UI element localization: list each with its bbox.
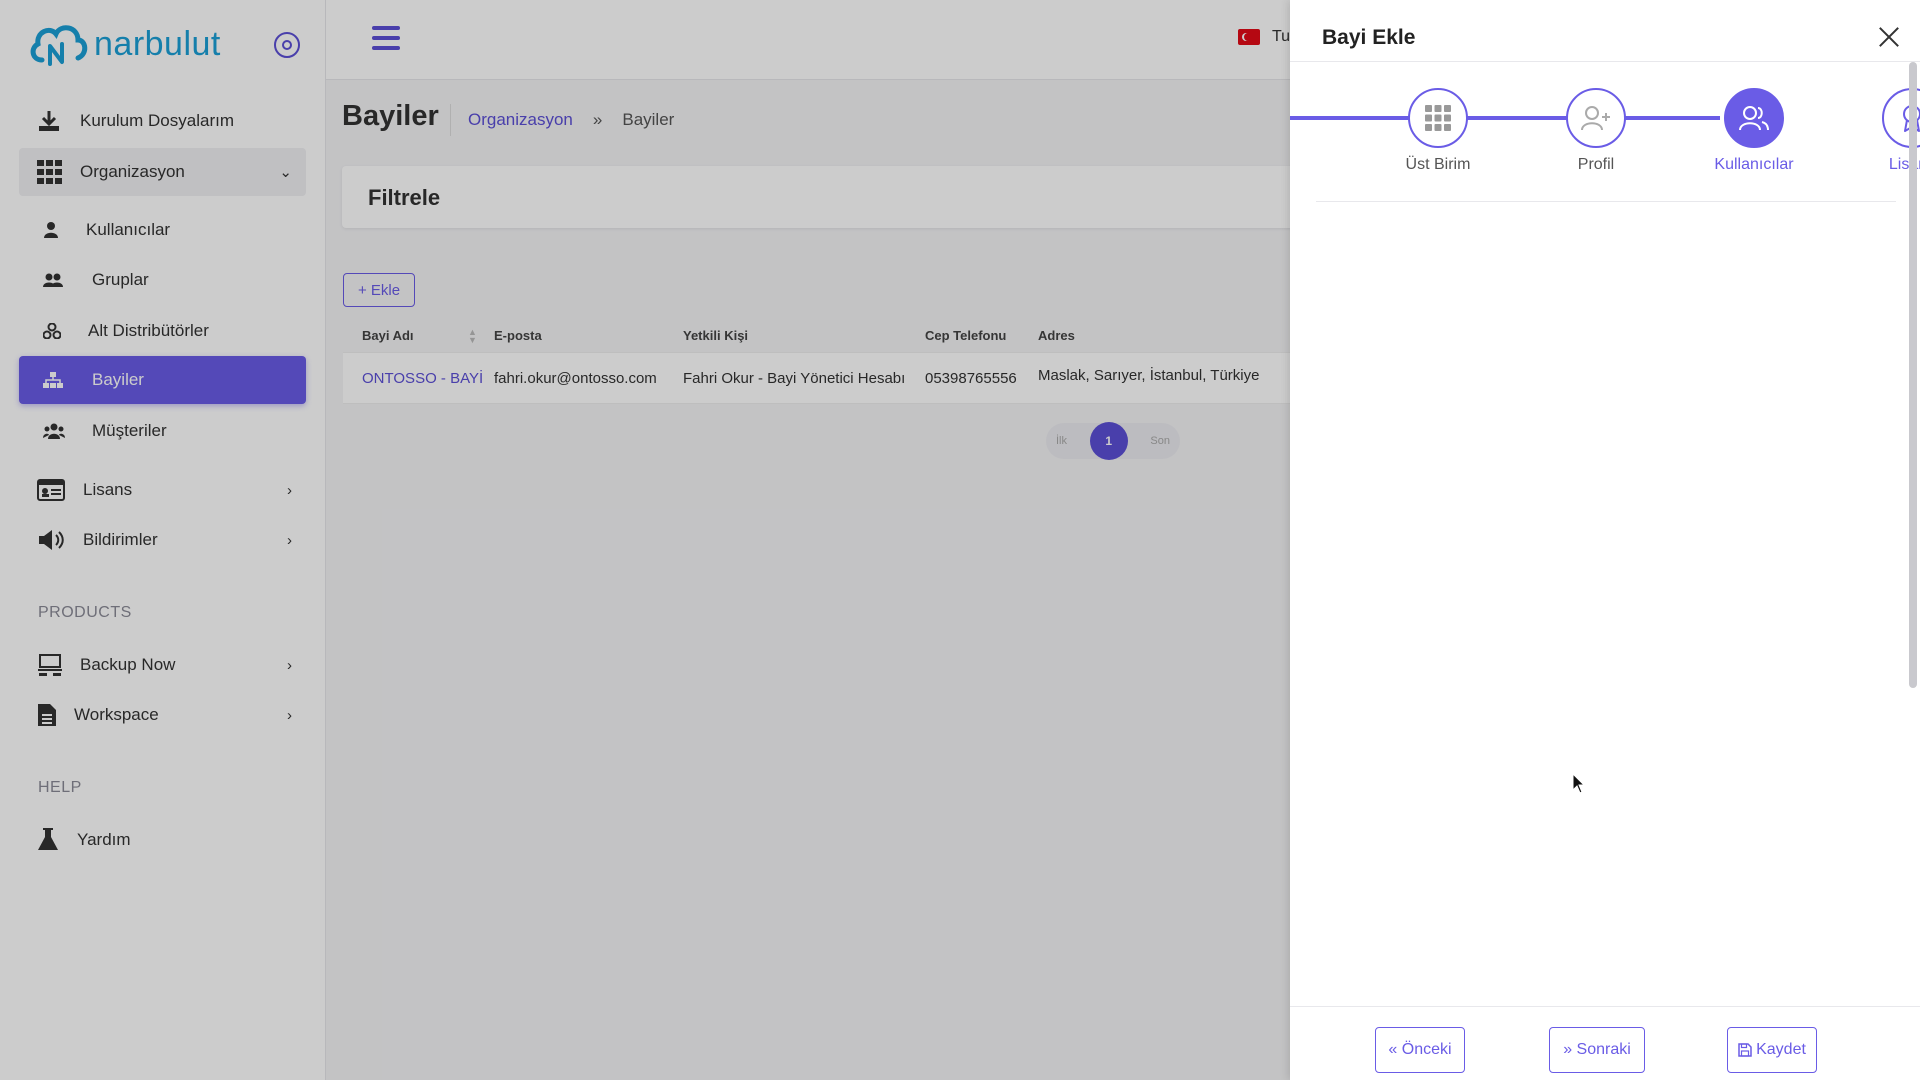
step-label: Profil [1577,156,1615,173]
floppy-disk-icon [1738,1043,1752,1057]
apps-grid-icon [1425,105,1451,131]
stepper-divider [1316,201,1896,202]
previous-button[interactable]: « Önceki [1375,1027,1465,1073]
step-label: Üst Birim [1405,156,1471,173]
close-icon[interactable] [1876,24,1902,50]
step-profil[interactable]: Profil [1526,88,1666,174]
drawer-title: Bayi Ekle [1322,26,1416,49]
user-plus-icon [1581,106,1610,131]
step-circle [1566,88,1626,148]
step-label: Kullanıcılar [1714,156,1794,173]
save-button-label: Kaydet [1756,1041,1806,1058]
step-circle-active [1724,88,1784,148]
step-circle [1408,88,1468,148]
next-button[interactable]: » Sonraki [1549,1027,1645,1073]
drawer-header: Bayi Ekle [1290,0,1920,62]
mouse-cursor-icon [1572,773,1586,794]
save-button[interactable]: Kaydet [1727,1027,1817,1073]
users-icon [1739,106,1769,131]
step-ust-birim[interactable]: Üst Birim [1368,88,1508,174]
drawer-footer: « Önceki » Sonraki Kaydet [1290,1006,1920,1080]
step-kullanicilar[interactable]: Kullanıcılar [1684,88,1824,174]
add-dealer-drawer: Bayi Ekle Üst Birim Profil Kullanıcılar … [1290,0,1920,1080]
drawer-scrollbar[interactable] [1909,62,1917,688]
